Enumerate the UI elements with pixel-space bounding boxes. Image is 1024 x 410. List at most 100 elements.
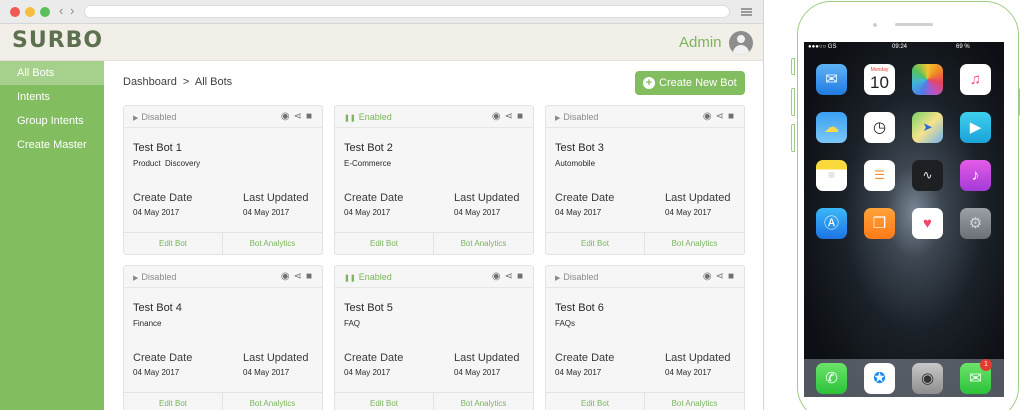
last-updated-value: 04 May 2017 — [665, 208, 712, 217]
card-actions: ◉ ⋖ ■ — [277, 111, 312, 122]
edit-bot-button[interactable]: Edit Bot — [546, 393, 645, 410]
create-date-label: Create Date — [344, 352, 404, 364]
last-updated-value: 04 May 2017 — [454, 368, 501, 377]
edit-bot-button[interactable]: Edit Bot — [546, 233, 645, 254]
maps-icon[interactable]: ➤ — [912, 112, 943, 143]
calendar-icon[interactable]: Monday 10 — [864, 64, 895, 95]
share-icon[interactable]: ⋖ — [505, 271, 513, 282]
share-icon[interactable]: ⋖ — [716, 271, 724, 282]
trash-icon[interactable]: ■ — [728, 271, 734, 282]
edit-bot-button[interactable]: Edit Bot — [335, 393, 434, 410]
close-window-button[interactable] — [10, 7, 20, 17]
calendar-date: 10 — [870, 73, 889, 92]
stocks-icon[interactable]: ∿ — [912, 160, 943, 191]
card-header: ▶ Disabled ◉ ⋖ ■ — [546, 106, 744, 128]
edit-bot-button[interactable]: Edit Bot — [124, 233, 223, 254]
maximize-window-button[interactable] — [40, 7, 50, 17]
bot-category: FAQ — [344, 319, 361, 328]
create-date-value: 04 May 2017 — [555, 208, 602, 217]
last-updated-label: Last Updated — [454, 192, 520, 204]
sidebar-item-all-bots[interactable]: All Bots — [0, 61, 104, 85]
view-eye-icon[interactable]: ◉ — [703, 271, 712, 282]
share-icon[interactable]: ⋖ — [294, 111, 302, 122]
card-header: ▶ Disabled ◉ ⋖ ■ — [124, 266, 322, 288]
bot-analytics-button[interactable]: Bot Analytics — [223, 233, 322, 254]
bot-analytics-button[interactable]: Bot Analytics — [645, 233, 744, 254]
settings-icon[interactable]: ⚙ — [960, 208, 991, 239]
phone-volume-down — [791, 124, 795, 152]
status-badge[interactable]: ▶ Disabled — [133, 112, 176, 122]
status-badge[interactable]: ▶ Disabled — [555, 112, 598, 122]
sidebar-item-create-master[interactable]: Create Master — [0, 133, 104, 157]
bot-analytics-button[interactable]: Bot Analytics — [434, 233, 533, 254]
create-date-label: Create Date — [133, 352, 193, 364]
clock-icon[interactable]: ◷ — [864, 112, 895, 143]
bot-analytics-button[interactable]: Bot Analytics — [223, 393, 322, 410]
status-badge[interactable]: ❚❚ Enabled — [344, 112, 392, 122]
status-badge[interactable]: ▶ Disabled — [555, 272, 598, 282]
health-icon[interactable]: ♥ — [912, 208, 943, 239]
sidebar-item-intents[interactable]: Intents — [0, 85, 104, 109]
main-content: Dashboard > All Bots + Create New Bot ▶ D… — [104, 61, 763, 410]
edit-bot-button[interactable]: Edit Bot — [335, 233, 434, 254]
itunes-store-icon[interactable]: ♪ — [960, 160, 991, 191]
mail-icon[interactable]: ✉ — [816, 64, 847, 95]
minimize-window-button[interactable] — [25, 7, 35, 17]
trash-icon[interactable]: ■ — [517, 271, 523, 282]
bot-name: Test Bot 1 — [133, 142, 182, 154]
trash-icon[interactable]: ■ — [728, 111, 734, 122]
view-eye-icon[interactable]: ◉ — [703, 111, 712, 122]
view-eye-icon[interactable]: ◉ — [281, 111, 290, 122]
camera-icon[interactable]: ◉ — [912, 363, 943, 394]
share-icon[interactable]: ⋖ — [294, 271, 302, 282]
phone-status-bar: ●●●○○ GS 09:24 69 % — [804, 42, 1004, 53]
sidebar-item-group-intents[interactable]: Group Intents — [0, 109, 104, 133]
create-new-bot-button[interactable]: + Create New Bot — [635, 71, 745, 95]
view-eye-icon[interactable]: ◉ — [492, 271, 501, 282]
bot-card: ❚❚ Enabled ◉ ⋖ ■ Test Bot 2 E-Commerce Crea… — [334, 105, 534, 255]
phone-icon[interactable]: ✆ — [816, 363, 847, 394]
admin-name[interactable]: Admin — [679, 34, 722, 51]
weather-icon[interactable]: ☁ — [816, 112, 847, 143]
back-arrow-icon[interactable]: ‹ — [59, 3, 63, 19]
app-logo[interactable]: SURBO — [12, 28, 103, 53]
share-icon[interactable]: ⋖ — [716, 111, 724, 122]
bot-category: FAQs — [555, 319, 576, 328]
notes-icon[interactable]: ≡ — [816, 160, 847, 191]
photos-icon[interactable] — [912, 64, 943, 95]
bot-card: ▶ Disabled ◉ ⋖ ■ Test Bot 4 Finance Create … — [123, 265, 323, 410]
safari-icon[interactable]: ✪ — [864, 363, 895, 394]
user-avatar-icon[interactable] — [729, 31, 753, 55]
card-footer: Edit Bot Bot Analytics — [124, 392, 322, 410]
status-badge[interactable]: ▶ Disabled — [133, 272, 176, 282]
music-icon[interactable]: ♫ — [960, 64, 991, 95]
card-header: ▶ Disabled ◉ ⋖ ■ — [124, 106, 322, 128]
forward-arrow-icon[interactable]: › — [70, 3, 74, 19]
card-actions: ◉ ⋖ ■ — [277, 271, 312, 282]
phone-volume-up — [791, 88, 795, 116]
view-eye-icon[interactable]: ◉ — [281, 271, 290, 282]
phone-screen: ●●●○○ GS 09:24 69 % ✉ Monday 10 ♫ ☁ ◷ ➤ … — [804, 42, 1004, 397]
app-store-icon[interactable]: Ⓐ — [816, 208, 847, 239]
share-icon[interactable]: ⋖ — [505, 111, 513, 122]
last-updated-label: Last Updated — [243, 352, 309, 364]
trash-icon[interactable]: ■ — [517, 111, 523, 122]
bot-analytics-button[interactable]: Bot Analytics — [434, 393, 533, 410]
ibooks-icon[interactable]: ❒ — [864, 208, 895, 239]
card-footer: Edit Bot Bot Analytics — [546, 232, 744, 254]
address-bar[interactable] — [84, 5, 730, 18]
reminders-icon[interactable]: ☰ — [864, 160, 895, 191]
status-badge[interactable]: ❚❚ Enabled — [344, 272, 392, 282]
bot-category: E-Commerce — [344, 159, 392, 168]
card-actions: ◉ ⋖ ■ — [488, 111, 523, 122]
view-eye-icon[interactable]: ◉ — [492, 111, 501, 122]
bot-card: ▶ Disabled ◉ ⋖ ■ Test Bot 3 Automobile Crea… — [545, 105, 745, 255]
edit-bot-button[interactable]: Edit Bot — [124, 393, 223, 410]
trash-icon[interactable]: ■ — [306, 111, 312, 122]
create-date-value: 04 May 2017 — [133, 368, 180, 377]
videos-icon[interactable]: ▶ — [960, 112, 991, 143]
trash-icon[interactable]: ■ — [306, 271, 312, 282]
create-date-value: 04 May 2017 — [344, 208, 391, 217]
bot-analytics-button[interactable]: Bot Analytics — [645, 393, 744, 410]
hamburger-menu-icon[interactable] — [741, 8, 752, 16]
